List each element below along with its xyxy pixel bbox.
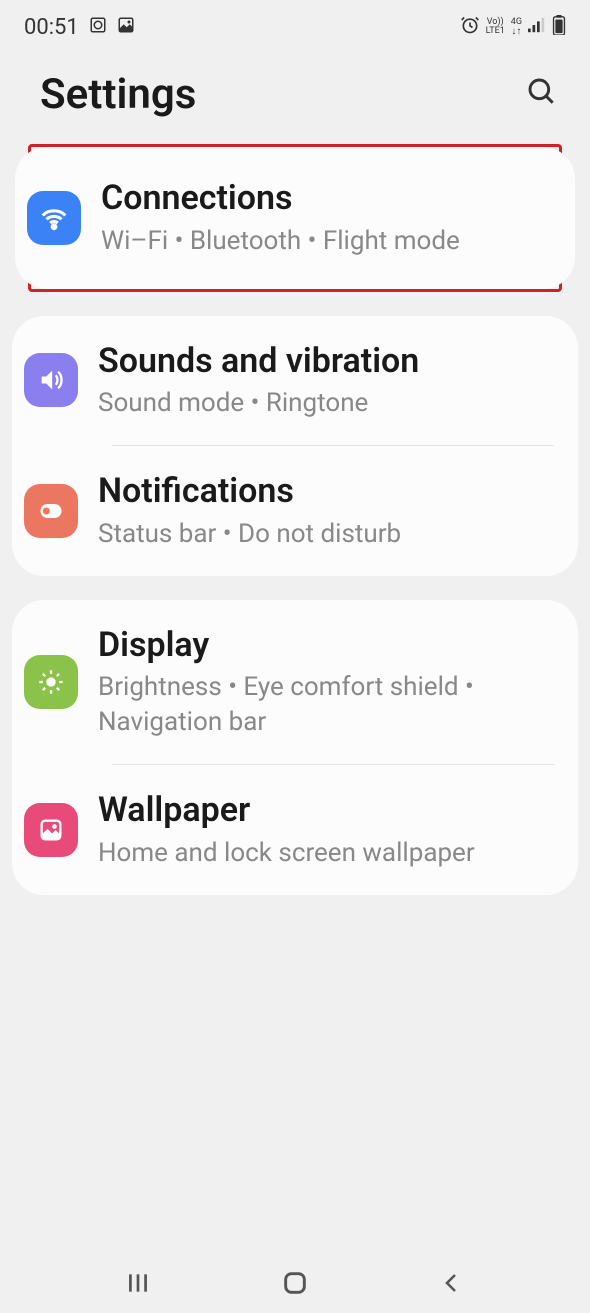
sound-icon (24, 353, 78, 407)
home-icon (281, 1269, 309, 1297)
alarm-icon (460, 15, 480, 39)
status-right: Vo)) LTE1 4G ↓↑ (460, 15, 566, 39)
settings-item-title: Notifications (98, 470, 554, 513)
battery-icon (552, 15, 566, 39)
settings-list: Connections Wi–Fi • Bluetooth • Flight m… (0, 144, 590, 895)
settings-text: Sounds and vibration Sound mode • Ringto… (98, 340, 554, 422)
search-icon (526, 76, 558, 108)
brightness-icon (24, 655, 78, 709)
wifi-icon (27, 191, 81, 245)
clock-app-icon (89, 16, 107, 38)
settings-item-wallpaper[interactable]: Wallpaper Home and lock screen wallpaper (12, 765, 578, 895)
notifications-icon (24, 484, 78, 538)
status-bar: 00:51 Vo)) LTE1 4G ↓↑ (0, 0, 590, 50)
network-indicator: 4G ↓↑ (511, 18, 522, 37)
settings-item-subtitle: Wi–Fi • Bluetooth • Flight mode (101, 224, 551, 259)
settings-item-sounds[interactable]: Sounds and vibration Sound mode • Ringto… (12, 316, 578, 446)
settings-group: Sounds and vibration Sound mode • Ringto… (12, 316, 578, 576)
search-button[interactable] (518, 68, 566, 120)
nav-recents-button[interactable] (113, 1263, 163, 1303)
navigation-bar (0, 1253, 590, 1313)
settings-group: Display Brightness • Eye comfort shield … (12, 600, 578, 895)
recents-icon (125, 1270, 151, 1296)
header: Settings (0, 50, 590, 144)
gallery-app-icon (117, 16, 135, 38)
settings-item-display[interactable]: Display Brightness • Eye comfort shield … (12, 600, 578, 765)
settings-item-subtitle: Brightness • Eye comfort shield • Naviga… (98, 670, 554, 740)
signal-icon (528, 17, 546, 37)
settings-text: Wallpaper Home and lock screen wallpaper (98, 789, 554, 871)
settings-text: Connections Wi–Fi • Bluetooth • Flight m… (101, 177, 551, 259)
settings-item-title: Sounds and vibration (98, 340, 554, 383)
settings-item-notifications[interactable]: Notifications Status bar • Do not distur… (12, 446, 578, 576)
status-time: 00:51 (24, 15, 79, 40)
settings-item-title: Wallpaper (98, 789, 554, 832)
nav-back-button[interactable] (427, 1263, 477, 1303)
settings-item-subtitle: Home and lock screen wallpaper (98, 836, 554, 871)
volte-indicator: Vo)) LTE1 (486, 18, 505, 36)
settings-item-connections[interactable]: Connections Wi–Fi • Bluetooth • Flight m… (15, 153, 575, 283)
wallpaper-icon (24, 803, 78, 857)
settings-item-subtitle: Sound mode • Ringtone (98, 386, 554, 421)
nav-home-button[interactable] (270, 1263, 320, 1303)
settings-item-subtitle: Status bar • Do not disturb (98, 517, 554, 552)
settings-group-highlighted: Connections Wi–Fi • Bluetooth • Flight m… (28, 144, 562, 292)
settings-text: Display Brightness • Eye comfort shield … (98, 624, 554, 741)
settings-text: Notifications Status bar • Do not distur… (98, 470, 554, 552)
back-icon (440, 1271, 464, 1295)
settings-item-title: Display (98, 624, 554, 667)
page-title: Settings (40, 70, 196, 119)
settings-item-title: Connections (101, 177, 551, 220)
status-left: 00:51 (24, 15, 135, 40)
